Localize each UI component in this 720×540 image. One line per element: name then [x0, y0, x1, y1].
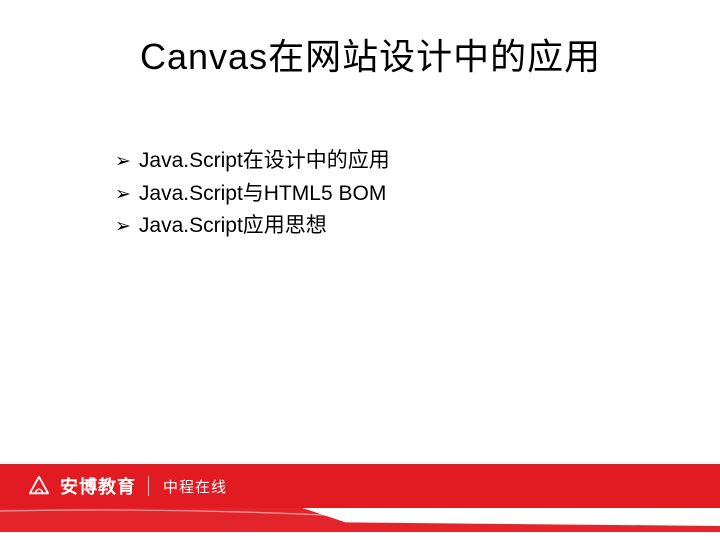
list-item: ➢ Java.Script应用思想	[115, 210, 390, 243]
footer-content: 安博教育 中程在线	[0, 464, 720, 508]
list-item: ➢ Java.Script与HTML5 BOM	[115, 178, 390, 211]
footer-divider	[148, 476, 149, 496]
bullet-marker-icon: ➢	[115, 212, 131, 241]
footer-ribbon	[0, 508, 720, 532]
bullet-marker-icon: ➢	[115, 180, 131, 209]
bullet-text: Java.Script应用思想	[139, 210, 327, 243]
footer-bar: 安博教育 中程在线	[0, 464, 720, 508]
list-item: ➢ Java.Script在设计中的应用	[115, 145, 390, 178]
brand-sub-text: 中程在线	[163, 476, 227, 497]
brand-main-text: 安博教育	[60, 473, 136, 499]
bullet-list: ➢ Java.Script在设计中的应用 ➢ Java.Script与HTML5…	[115, 145, 390, 243]
slide: Canvas在网站设计中的应用 ➢ Java.Script在设计中的应用 ➢ J…	[0, 0, 720, 540]
bullet-text: Java.Script与HTML5 BOM	[139, 178, 386, 211]
bullet-text: Java.Script在设计中的应用	[139, 145, 390, 178]
slide-title: Canvas在网站设计中的应用	[140, 28, 601, 80]
brand-logo-icon	[28, 475, 50, 497]
bullet-marker-icon: ➢	[115, 147, 131, 176]
